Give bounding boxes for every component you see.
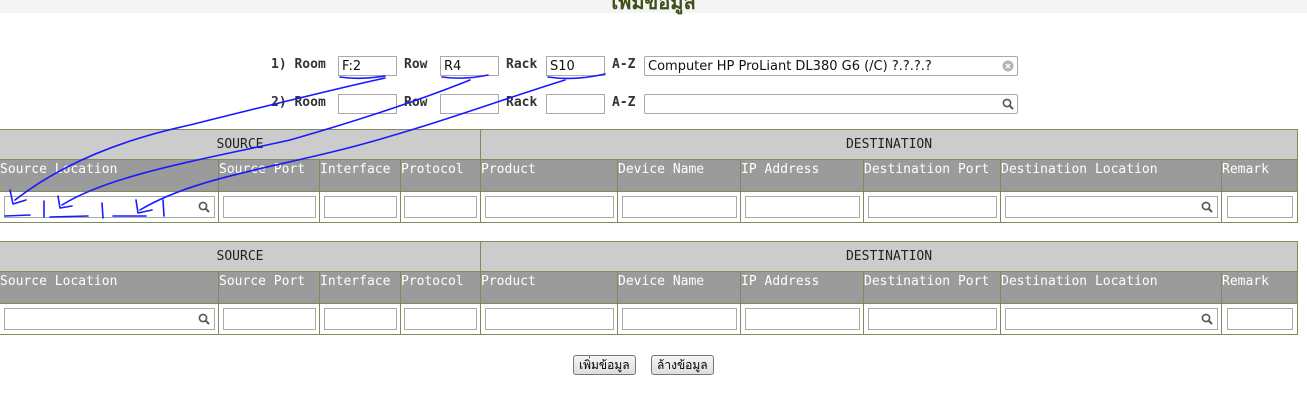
ip-address-input[interactable] <box>744 308 860 330</box>
ip-address-input[interactable] <box>744 196 860 218</box>
destination-location-input[interactable] <box>1004 196 1218 218</box>
source-group-header: SOURCE <box>0 241 482 272</box>
search-icon[interactable] <box>1201 201 1213 213</box>
device-name-input[interactable] <box>621 196 737 218</box>
col-product: Product <box>480 159 619 192</box>
device-name-input[interactable] <box>621 308 737 330</box>
product-input[interactable] <box>484 308 614 330</box>
interface-input[interactable] <box>323 196 397 218</box>
remark-input[interactable] <box>1226 308 1293 330</box>
table-row <box>0 303 1299 335</box>
interface-input[interactable] <box>323 308 397 330</box>
destination-group-header: DESTINATION <box>480 241 1299 272</box>
connection-table-1: SOURCE DESTINATION Source Location Sourc… <box>0 129 1299 223</box>
col-source-location: Source Location <box>0 271 219 304</box>
source-port-input[interactable] <box>222 308 316 330</box>
product-input[interactable] <box>484 196 614 218</box>
col-ip-address: IP Address <box>740 271 865 304</box>
row-input-1[interactable]: R4 <box>440 56 499 76</box>
rack-label-2: Rack <box>506 95 538 110</box>
clear-data-button[interactable]: ล้างข้อมูล <box>651 355 714 375</box>
search-icon[interactable] <box>198 313 210 325</box>
rack-input-1[interactable]: S10 <box>546 56 605 76</box>
destination-port-input[interactable] <box>867 308 997 330</box>
col-product: Product <box>480 271 619 304</box>
az-input-1-value: Computer HP ProLiant DL380 G6 (/C) ?.?.?… <box>648 59 932 74</box>
room-input-1[interactable]: F:2 <box>338 56 397 76</box>
col-remark: Remark <box>1221 159 1299 192</box>
col-source-port: Source Port <box>218 159 320 192</box>
protocol-input[interactable] <box>404 196 478 218</box>
underline-room <box>339 75 386 80</box>
destination-port-input[interactable] <box>867 196 997 218</box>
connection-table-2: SOURCE DESTINATION Source Location Sourc… <box>0 241 1299 335</box>
col-device-name: Device Name <box>617 271 742 304</box>
row-input-2[interactable] <box>440 94 499 114</box>
page-title: เพิ่มข้อมูล <box>611 0 696 14</box>
search-icon[interactable] <box>198 201 210 213</box>
col-ip-address: IP Address <box>740 159 865 192</box>
az-input-1[interactable]: Computer HP ProLiant DL380 G6 (/C) ?.?.?… <box>644 56 1018 76</box>
room-label-1: 1) Room <box>271 57 326 72</box>
col-destination-port: Destination Port <box>863 159 1002 192</box>
source-location-input[interactable] <box>3 196 215 218</box>
search-icon[interactable] <box>1002 98 1014 110</box>
room-label-2: 2) Room <box>271 95 326 110</box>
add-data-button[interactable]: เพิ่มข้อมูล <box>573 355 636 375</box>
rack-input-2[interactable] <box>546 94 605 114</box>
table-row <box>0 191 1299 223</box>
col-source-port: Source Port <box>218 271 320 304</box>
destination-location-input[interactable] <box>1004 308 1218 330</box>
row-label-2: Row <box>404 95 428 110</box>
az-label-2: A-Z <box>612 95 636 110</box>
col-protocol: Protocol <box>399 271 482 304</box>
clear-icon[interactable] <box>1002 60 1014 72</box>
col-destination-location: Destination Location <box>1000 271 1223 304</box>
source-group-header: SOURCE <box>0 129 482 160</box>
col-protocol: Protocol <box>399 159 482 192</box>
protocol-input[interactable] <box>404 308 478 330</box>
remark-input[interactable] <box>1226 196 1293 218</box>
col-remark: Remark <box>1221 271 1299 304</box>
col-destination-port: Destination Port <box>863 271 1002 304</box>
col-source-location: Source Location <box>0 159 219 192</box>
destination-group-header: DESTINATION <box>480 129 1299 160</box>
az-input-2[interactable] <box>644 94 1018 114</box>
source-location-input[interactable] <box>3 308 215 330</box>
az-label-1: A-Z <box>612 57 636 72</box>
col-interface: Interface <box>319 271 401 304</box>
row-label-1: Row <box>404 57 428 72</box>
source-port-input[interactable] <box>222 196 316 218</box>
rack-label-1: Rack <box>506 57 538 72</box>
col-interface: Interface <box>319 159 401 192</box>
room-input-2[interactable] <box>338 94 397 114</box>
search-icon[interactable] <box>1201 313 1213 325</box>
col-destination-location: Destination Location <box>1000 159 1223 192</box>
col-device-name: Device Name <box>617 159 742 192</box>
